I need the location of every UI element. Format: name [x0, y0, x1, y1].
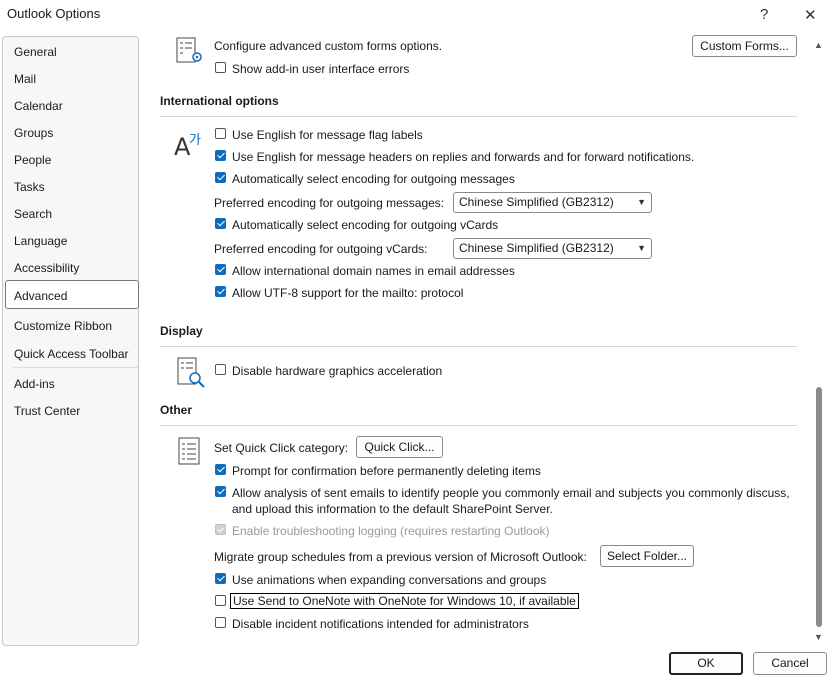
- sidebar-item-trust-center[interactable]: Trust Center: [14, 404, 80, 418]
- chevron-down-icon: ▼: [637, 243, 646, 253]
- forms-icon: [175, 36, 205, 66]
- sidebar-item-advanced[interactable]: Advanced: [14, 289, 67, 303]
- quick-click-label: Set Quick Click category:: [214, 441, 349, 455]
- sidebar-item-quick-access-toolbar[interactable]: Quick Access Toolbar: [14, 347, 129, 361]
- list-icon: [177, 436, 203, 466]
- headers-english-checkbox[interactable]: [215, 150, 226, 161]
- sidebar-item-mail[interactable]: Mail: [14, 72, 36, 86]
- analysis-label-line2: and upload this information to the defau…: [232, 502, 553, 516]
- section-divider: [160, 425, 797, 426]
- intl-domains-label: Allow international domain names in emai…: [232, 264, 515, 278]
- auto-encoding-checkbox[interactable]: [215, 172, 226, 183]
- pref-encoding-vcards-value: Chinese Simplified (GB2312): [459, 241, 614, 255]
- sidebar-item-language[interactable]: Language: [14, 234, 67, 248]
- window-title: Outlook Options: [7, 6, 101, 21]
- onenote-checkbox[interactable]: [215, 595, 226, 606]
- pref-encoding-vcards-select[interactable]: Chinese Simplified (GB2312) ▼: [453, 238, 652, 259]
- incident-label: Disable incident notifications intended …: [232, 617, 529, 631]
- auto-vcards-label: Automatically select encoding for outgoi…: [232, 218, 499, 232]
- onenote-label: Use Send to OneNote with OneNote for Win…: [230, 593, 579, 609]
- utf8-mailto-label: Allow UTF-8 support for the mailto: prot…: [232, 286, 464, 300]
- pref-encoding-vcards-label: Preferred encoding for outgoing vCards:: [214, 242, 428, 256]
- svg-text:가: 가: [189, 133, 201, 148]
- incident-checkbox[interactable]: [215, 617, 226, 628]
- flag-labels-label: Use English for message flag labels: [232, 128, 423, 142]
- migrate-label: Migrate group schedules from a previous …: [214, 550, 587, 564]
- hw-accel-checkbox[interactable]: [215, 364, 226, 375]
- select-folder-button[interactable]: Select Folder...: [600, 545, 694, 567]
- confirm-delete-label: Prompt for confirmation before permanent…: [232, 464, 541, 478]
- sidebar-item-tasks[interactable]: Tasks: [14, 180, 45, 194]
- scroll-down-icon[interactable]: ▼: [814, 632, 823, 642]
- cancel-button[interactable]: Cancel: [753, 652, 827, 675]
- flag-labels-checkbox[interactable]: [215, 128, 226, 139]
- quick-click-button[interactable]: Quick Click...: [356, 436, 443, 458]
- scrollbar-thumb[interactable]: [816, 387, 822, 627]
- utf8-mailto-checkbox[interactable]: [215, 286, 226, 297]
- pref-encoding-messages-select[interactable]: Chinese Simplified (GB2312) ▼: [453, 192, 652, 213]
- sidebar-item-people[interactable]: People: [14, 153, 51, 167]
- addin-errors-checkbox[interactable]: [215, 62, 226, 73]
- section-divider: [160, 116, 797, 117]
- intl-domains-checkbox[interactable]: [215, 264, 226, 275]
- language-icon: A 가: [172, 128, 206, 161]
- analysis-checkbox[interactable]: [215, 486, 226, 497]
- pref-encoding-messages-value: Chinese Simplified (GB2312): [459, 195, 614, 209]
- sidebar-item-calendar[interactable]: Calendar: [14, 99, 63, 113]
- section-divider: [160, 346, 797, 347]
- international-heading: International options: [160, 94, 279, 108]
- sidebar-item-general[interactable]: General: [14, 45, 57, 59]
- sidebar-item-accessibility[interactable]: Accessibility: [14, 261, 79, 275]
- animations-label: Use animations when expanding conversati…: [232, 573, 547, 587]
- custom-forms-button[interactable]: Custom Forms...: [692, 35, 797, 57]
- sidebar-item-add-ins[interactable]: Add-ins: [14, 377, 55, 391]
- confirm-delete-checkbox[interactable]: [215, 464, 226, 475]
- chevron-down-icon: ▼: [637, 197, 646, 207]
- pref-encoding-messages-label: Preferred encoding for outgoing messages…: [214, 196, 445, 210]
- sidebar-divider: [13, 367, 138, 368]
- other-heading: Other: [160, 403, 193, 417]
- help-icon[interactable]: ?: [760, 6, 768, 23]
- headers-english-label: Use English for message headers on repli…: [232, 150, 695, 164]
- sidebar-item-search[interactable]: Search: [14, 207, 52, 221]
- troubleshooting-checkbox: [215, 524, 226, 535]
- close-icon[interactable]: ✕: [804, 6, 817, 24]
- sidebar-item-customize-ribbon[interactable]: Customize Ribbon: [14, 319, 112, 333]
- forms-description: Configure advanced custom forms options.: [214, 39, 443, 53]
- troubleshooting-label: Enable troubleshooting logging (requires…: [232, 524, 550, 538]
- scroll-up-icon[interactable]: ▲: [814, 40, 823, 50]
- sidebar-item-groups[interactable]: Groups: [14, 126, 53, 140]
- auto-vcards-checkbox[interactable]: [215, 218, 226, 229]
- hw-accel-label: Disable hardware graphics acceleration: [232, 364, 443, 378]
- display-heading: Display: [160, 324, 203, 338]
- ok-button[interactable]: OK: [669, 652, 743, 675]
- display-icon: [176, 356, 206, 388]
- addin-errors-label: Show add-in user interface errors: [232, 62, 410, 76]
- analysis-label-line1: Allow analysis of sent emails to identif…: [232, 486, 790, 500]
- auto-encoding-label: Automatically select encoding for outgoi…: [232, 172, 515, 186]
- sidebar: General Mail Calendar Groups People Task…: [2, 36, 139, 646]
- animations-checkbox[interactable]: [215, 573, 226, 584]
